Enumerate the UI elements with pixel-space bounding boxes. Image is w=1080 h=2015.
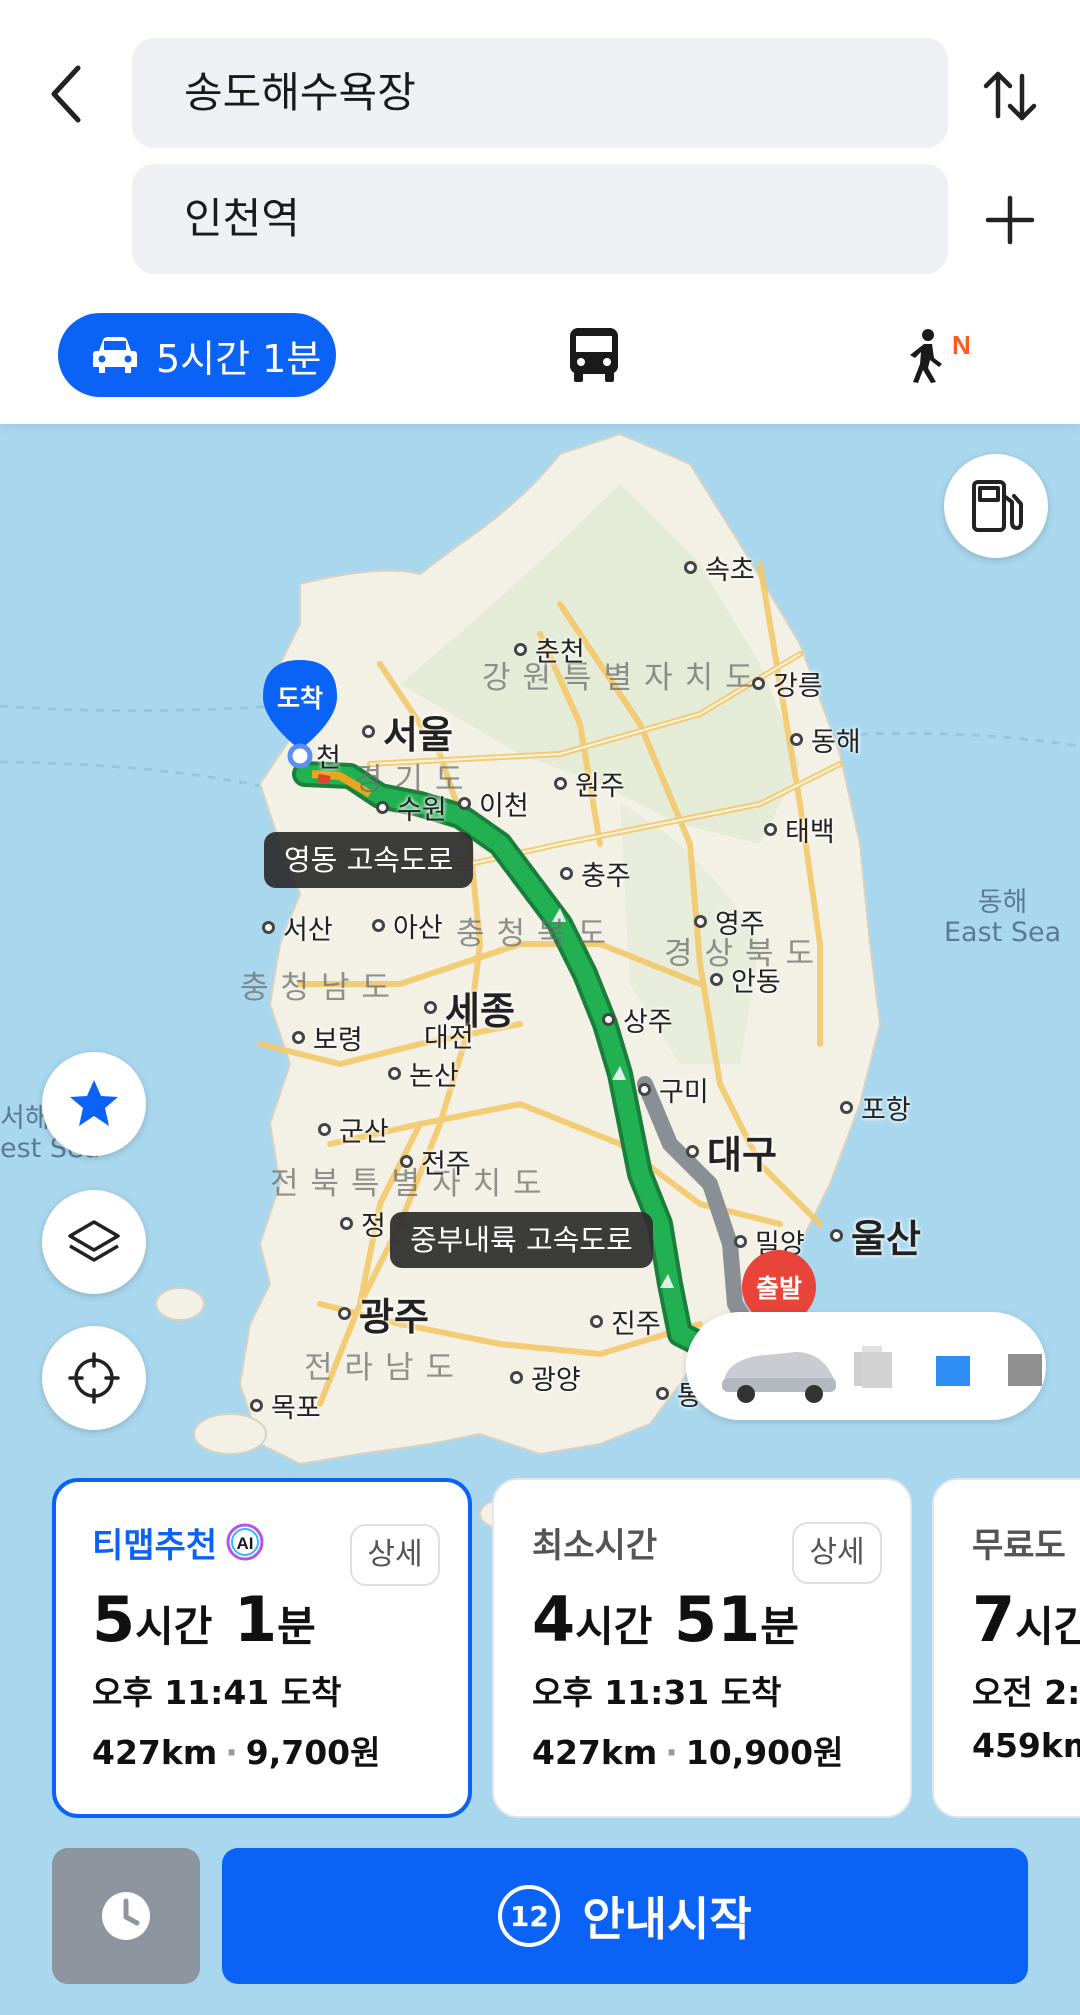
layers-button[interactable]: [42, 1190, 146, 1294]
route-card-recommended[interactable]: 티맵추천 AI 상세 5시간 1분 오후 11:41 도착 427km · 9,70…: [52, 1478, 472, 1818]
route-duration: 4시간 51분: [532, 1583, 799, 1656]
route-meta: 427km · 10,900원: [532, 1733, 844, 1772]
city-label: 충주: [560, 854, 631, 893]
walk-new-badge: N: [952, 330, 971, 360]
city-label: 강릉: [752, 664, 823, 703]
route-card-free[interactable]: 무료도 7시간 오전 2: 459km: [932, 1478, 1080, 1818]
chevron-left-icon: [51, 65, 81, 123]
sea-label: 동해 East Sea: [944, 887, 1062, 948]
region-label: 전라남도: [304, 1350, 467, 1386]
walk-icon: [910, 329, 942, 383]
car-ad-image: [722, 1332, 1042, 1403]
start-navigation-button[interactable]: 12 안내시작: [222, 1848, 1028, 1984]
city-label: 논산: [388, 1054, 459, 1093]
current-location-button[interactable]: [42, 1326, 146, 1430]
city-label: 목포: [250, 1386, 321, 1425]
swap-vertical-icon: [983, 71, 1037, 121]
mode-transit-tab[interactable]: [566, 326, 622, 384]
ai-badge-label: AI: [237, 1534, 254, 1553]
favorite-button[interactable]: [42, 1052, 146, 1156]
city-label: 태백: [764, 810, 835, 849]
city-label: 대구: [686, 1124, 777, 1179]
arrival-pin-label: 도착: [276, 684, 323, 713]
route-arrival-time: 오전 2:: [972, 1673, 1080, 1712]
route-meta: 427km · 9,700원: [92, 1733, 381, 1772]
city-label: 영주: [694, 902, 765, 941]
route-duration: 5시간 1분: [92, 1583, 316, 1656]
route-card-fastest[interactable]: 최소시간 상세 4시간 51분 오후 11:31 도착 427km · 10,900…: [492, 1478, 912, 1818]
route-arrival-time: 오후 11:41 도착: [92, 1673, 342, 1712]
city-label: 울산: [830, 1208, 921, 1263]
start-navigation-label: 안내시작: [582, 1892, 752, 1946]
countdown-badge: 12: [498, 1885, 561, 1947]
city-label: 춘천: [514, 630, 585, 669]
departure-time-button[interactable]: [52, 1848, 200, 1984]
back-button[interactable]: [40, 58, 100, 130]
city-label: 아산: [372, 906, 443, 945]
layers-icon: [68, 1220, 120, 1262]
city-label: 대전: [424, 1023, 474, 1054]
region-label: 충청북도: [456, 916, 619, 952]
plus-icon: [985, 195, 1035, 245]
city-label: 동해: [790, 720, 861, 759]
route-detail-button[interactable]: 상세: [792, 1522, 882, 1584]
route-search-header: 송도해수욕장 인천역 5시간 1분 N: [0, 0, 1080, 424]
city-label: 안동: [710, 960, 781, 999]
city-label: 원주: [554, 764, 625, 803]
city-label: 수원: [376, 788, 447, 827]
bus-icon: [570, 328, 618, 382]
add-waypoint-button[interactable]: [980, 190, 1040, 250]
road-label-yeongdong: 영동 고속도로: [264, 832, 474, 888]
city-label: 구미: [638, 1070, 709, 1109]
car-icon: [93, 337, 137, 373]
city-label: 군산: [318, 1110, 389, 1149]
city-label: 이천: [458, 784, 529, 823]
city-label: 속초: [684, 548, 755, 587]
ai-badge-icon: AI: [226, 1523, 264, 1561]
swap-button[interactable]: [980, 66, 1040, 126]
origin-input[interactable]: 송도해수욕장: [132, 38, 948, 148]
gas-station-button[interactable]: [944, 454, 1048, 558]
route-arrival-time: 오후 11:31 도착: [532, 1673, 782, 1712]
city-label: 정: [340, 1204, 386, 1243]
city-label: 상주: [602, 1000, 673, 1039]
mode-walk-tab[interactable]: [904, 328, 984, 384]
route-meta: 459km: [972, 1726, 1080, 1765]
destination-input[interactable]: 인천역: [132, 164, 948, 274]
mode-car-tab[interactable]: 5시간 1분: [58, 313, 336, 397]
road-label-jungbu: 중부내륙 고속도로: [390, 1212, 653, 1268]
city-label: 보령: [292, 1018, 363, 1057]
city-label: 전주: [400, 1142, 471, 1181]
region-label: 충청남도: [240, 970, 403, 1006]
city-label: 서산: [262, 908, 333, 947]
route-detail-button[interactable]: 상세: [350, 1524, 440, 1586]
route-duration: 7시간: [972, 1583, 1080, 1656]
clock-icon: [102, 1892, 150, 1940]
star-icon: [70, 1080, 118, 1126]
city-label: 포항: [840, 1088, 911, 1127]
arrival-pin[interactable]: 도착: [261, 658, 339, 768]
route-title: 무료도: [972, 1525, 1066, 1566]
gas-station-icon: [972, 480, 1023, 532]
city-label: 광주: [338, 1286, 429, 1341]
mode-car-label: 5시간 1분: [156, 336, 322, 381]
city-label: 광양: [510, 1358, 581, 1397]
ad-banner[interactable]: [686, 1312, 1046, 1420]
city-label: 서울: [362, 704, 453, 759]
city-label: 진주: [590, 1302, 661, 1341]
crosshair-icon: [68, 1352, 120, 1404]
